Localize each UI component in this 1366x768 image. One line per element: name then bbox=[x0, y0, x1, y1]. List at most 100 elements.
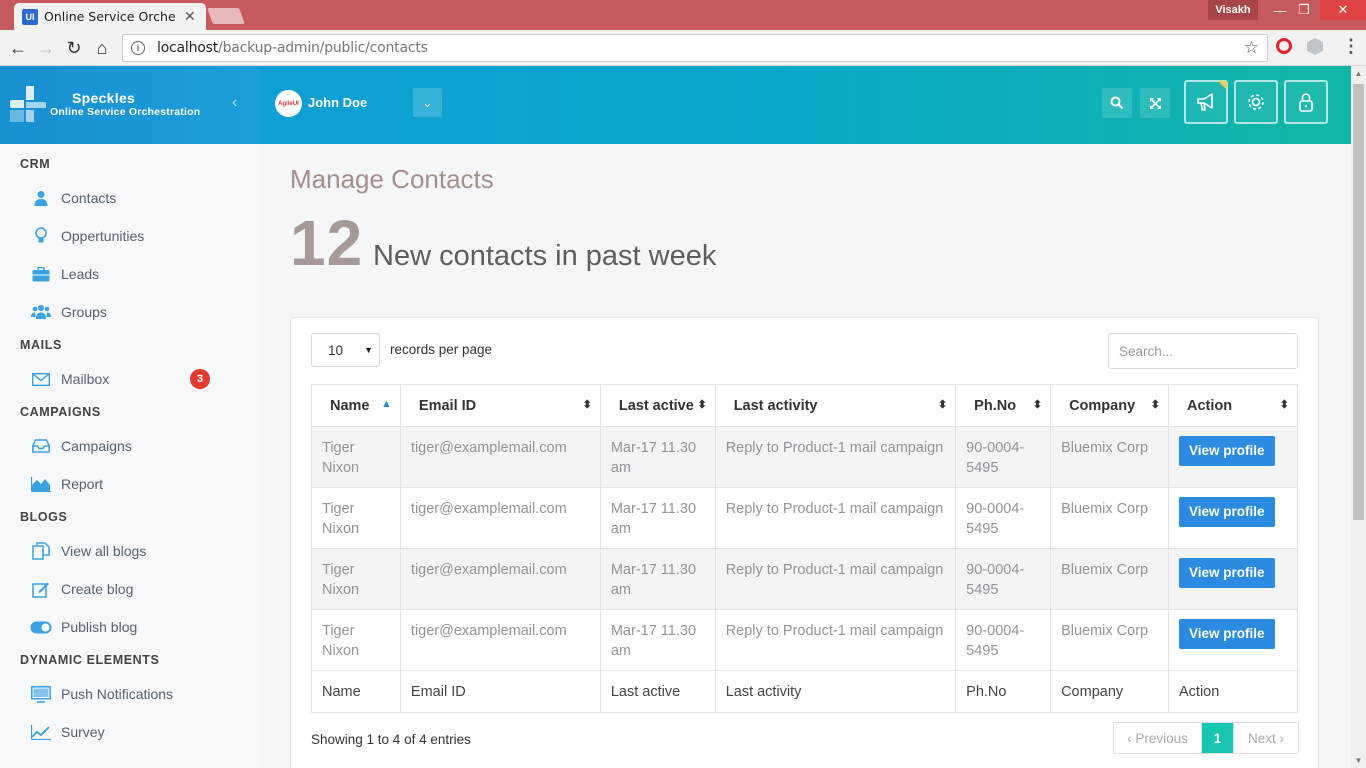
footer-company: Company bbox=[1050, 670, 1169, 713]
previous-page-button[interactable]: ‹ Previous bbox=[1114, 723, 1202, 753]
back-icon[interactable]: ← bbox=[6, 36, 30, 60]
sidebar-item-view-all-blogs[interactable]: View all blogs bbox=[30, 537, 230, 565]
sidebar-item-create-blog[interactable]: Create blog bbox=[30, 575, 230, 603]
cell-email: tiger@examplemail.com bbox=[399, 487, 601, 549]
tab-close-icon[interactable]: ✕ bbox=[184, 8, 196, 25]
window-user-label[interactable]: Visakh bbox=[1208, 0, 1258, 20]
restore-icon[interactable]: ❐ bbox=[1289, 0, 1319, 20]
user-name[interactable]: John Doe bbox=[308, 95, 367, 110]
cell-last-active: Mar-17 11.30 am bbox=[599, 426, 716, 488]
sidebar-item-push-notifications[interactable]: Push Notifications bbox=[30, 680, 230, 708]
column-header-email[interactable]: Email ID ⬍ bbox=[399, 384, 601, 427]
records-per-page-value: 10 bbox=[328, 342, 344, 358]
column-header-company[interactable]: Company ⬍ bbox=[1050, 384, 1169, 427]
records-per-page-select[interactable]: 10 ▼ bbox=[311, 333, 380, 367]
forward-icon[interactable]: → bbox=[34, 36, 58, 60]
browser-tab[interactable]: UI Online Service Orchestra ✕ bbox=[14, 3, 206, 30]
new-tab-button[interactable] bbox=[207, 8, 245, 24]
avatar[interactable]: AgileUI bbox=[275, 90, 302, 117]
column-header-last-activity[interactable]: Last activity ⬍ bbox=[714, 384, 957, 427]
sidebar-item-label: Report bbox=[61, 476, 104, 492]
sort-icon: ⬍ bbox=[582, 399, 592, 411]
scrollbar-thumb[interactable] bbox=[1353, 84, 1364, 520]
fullscreen-button[interactable] bbox=[1140, 88, 1170, 118]
scroll-up-icon[interactable]: ▲ bbox=[1354, 69, 1363, 78]
speckles-logo-icon bbox=[10, 86, 46, 122]
mailbox-count-badge: 3 bbox=[190, 369, 210, 389]
lock-button[interactable] bbox=[1284, 80, 1328, 124]
column-header-name[interactable]: Name ▲ bbox=[311, 384, 401, 427]
search-button[interactable] bbox=[1102, 88, 1132, 118]
search-input[interactable]: Search... bbox=[1108, 333, 1298, 369]
contacts-table-card: 10 ▼ records per page Search... Name ▲ Em… bbox=[290, 317, 1319, 768]
sidebar-item-label: Create blog bbox=[61, 581, 134, 597]
sidebar-item-mailbox[interactable]: Mailbox 3 bbox=[30, 365, 230, 393]
reload-icon[interactable]: ↻ bbox=[62, 36, 86, 60]
column-header-label: Last activity bbox=[733, 397, 818, 414]
sidebar-item-label: View all blogs bbox=[61, 543, 147, 559]
sidebar-item-label: Oppertunities bbox=[61, 228, 145, 244]
cell-action: View profile bbox=[1168, 426, 1298, 488]
sidebar-item-campaigns[interactable]: Campaigns bbox=[30, 432, 230, 460]
sidebar-item-report[interactable]: Report bbox=[30, 470, 230, 498]
column-header-label: Action bbox=[1187, 397, 1233, 414]
sidebar-item-survey[interactable]: Survey bbox=[30, 718, 230, 746]
settings-button[interactable] bbox=[1234, 80, 1278, 124]
cell-company: Bluemix Corp bbox=[1050, 609, 1169, 671]
column-header-phone[interactable]: Ph.No ⬍ bbox=[955, 384, 1052, 427]
opera-extension-icon[interactable] bbox=[1276, 38, 1292, 54]
brand-header: Speckles Online Service Orchestration ‹ bbox=[0, 66, 260, 144]
view-profile-button[interactable]: View profile bbox=[1179, 619, 1275, 649]
sidebar-item-contacts[interactable]: Contacts bbox=[30, 184, 230, 212]
sidebar-item-label: Publish blog bbox=[61, 619, 138, 635]
address-bar[interactable]: i localhost/backup-admin/public/contacts… bbox=[122, 34, 1268, 62]
announcements-button[interactable] bbox=[1184, 80, 1228, 124]
scroll-down-icon[interactable]: ▼ bbox=[1354, 756, 1363, 765]
sidebar-item-publish-blog[interactable]: Publish blog bbox=[30, 613, 230, 641]
cell-action: View profile bbox=[1168, 609, 1298, 671]
user-icon bbox=[30, 187, 52, 209]
sidebar-item-label: Survey bbox=[61, 724, 105, 740]
sidebar-section-mails: MAILS bbox=[20, 338, 62, 352]
cell-email: tiger@examplemail.com bbox=[399, 609, 601, 671]
view-profile-button[interactable]: View profile bbox=[1179, 436, 1275, 466]
cell-last-activity: Reply to Product-1 mail campaign bbox=[714, 487, 957, 549]
column-header-action[interactable]: Action ⬍ bbox=[1168, 384, 1298, 427]
collapse-sidebar-icon[interactable]: ‹ bbox=[232, 94, 237, 112]
browser-menu-icon[interactable]: ⋮ bbox=[1342, 36, 1360, 57]
column-header-last-active[interactable]: Last active ⬍ bbox=[599, 384, 716, 427]
cell-last-active: Mar-17 11.30 am bbox=[599, 548, 716, 610]
lock-icon bbox=[1299, 93, 1313, 112]
table-row: Tiger Nixon tiger@examplemail.com Mar-17… bbox=[311, 609, 1298, 671]
sidebar-item-groups[interactable]: Groups bbox=[30, 298, 230, 326]
cell-last-activity: Reply to Product-1 mail campaign bbox=[714, 609, 957, 671]
home-icon[interactable]: ⌂ bbox=[90, 36, 114, 60]
user-dropdown-button[interactable]: ⌄ bbox=[413, 88, 442, 117]
gear-icon bbox=[1248, 94, 1264, 110]
search-icon bbox=[1110, 96, 1124, 110]
expand-icon bbox=[1149, 97, 1161, 109]
close-window-icon[interactable]: ✕ bbox=[1320, 0, 1366, 20]
footer-last-active: Last active bbox=[599, 670, 716, 713]
megaphone-icon bbox=[1197, 93, 1213, 111]
page-1-button[interactable]: 1 bbox=[1202, 723, 1234, 753]
sidebar-item-oppertunities[interactable]: Oppertunities bbox=[30, 222, 230, 250]
tab-favicon-icon: UI bbox=[22, 8, 38, 25]
vertical-scrollbar[interactable]: ▲ ▼ bbox=[1351, 66, 1366, 768]
sidebar-item-label: Contacts bbox=[61, 190, 117, 206]
column-header-label: Email ID bbox=[418, 397, 477, 414]
view-profile-button[interactable]: View profile bbox=[1179, 558, 1275, 588]
sidebar-item-label: Campaigns bbox=[61, 438, 132, 454]
cell-action: View profile bbox=[1168, 487, 1298, 549]
chevron-down-icon: ⌄ bbox=[422, 95, 433, 110]
sidebar-section-blogs: BLOGS bbox=[20, 510, 68, 524]
sidebar-item-leads[interactable]: Leads bbox=[30, 260, 230, 288]
view-profile-button[interactable]: View profile bbox=[1179, 497, 1275, 527]
next-page-button[interactable]: Next › bbox=[1234, 723, 1298, 753]
sidebar-item-label: Push Notifications bbox=[61, 686, 174, 702]
table-footer-row: Name Email ID Last active Last activity … bbox=[311, 670, 1298, 713]
info-icon[interactable]: i bbox=[131, 41, 145, 55]
records-per-page-label: records per page bbox=[390, 342, 493, 357]
bookmark-star-icon[interactable]: ☆ bbox=[1244, 38, 1259, 58]
footer-last-activity: Last activity bbox=[714, 670, 957, 713]
